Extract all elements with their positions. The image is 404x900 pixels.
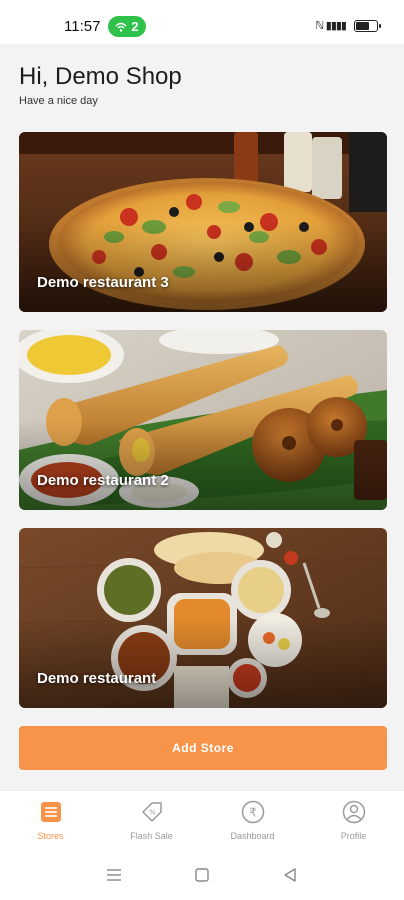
add-store-button[interactable]: Add Store — [19, 726, 387, 770]
nav-item-stores[interactable]: Stores — [0, 791, 101, 850]
status-time: 11:57 — [64, 18, 101, 35]
status-indicators: ℕ ▮▮▮▮ — [315, 19, 381, 32]
wifi-icon — [115, 22, 127, 32]
battery-icon — [354, 19, 381, 32]
wifi-count: 2 — [131, 19, 139, 34]
bottom-navigation: Stores % Flash Sale ₹ Dashboard Profile — [0, 790, 404, 850]
greeting-title: Hi, Demo Shop — [19, 63, 182, 90]
nav-label: Stores — [37, 831, 64, 841]
nav-item-flash-sale[interactable]: % Flash Sale — [101, 791, 202, 850]
menu-icon[interactable] — [104, 865, 124, 885]
nav-label: Dashboard — [230, 831, 275, 841]
signal-icon: ℕ ▮▮▮▮ — [315, 19, 347, 32]
rupee-icon: ₹ — [241, 800, 265, 824]
wifi-hotspot-badge: 2 — [108, 16, 146, 37]
greeting-subtitle: Have a nice day — [19, 95, 98, 107]
store-card-demo-restaurant-2[interactable]: Demo restaurant 2 — [19, 330, 387, 510]
status-bar: 11:57 2 ℕ ▮▮▮▮ — [0, 0, 404, 44]
profile-icon — [342, 800, 366, 824]
back-triangle-icon[interactable] — [280, 865, 300, 885]
svg-text:%: % — [149, 809, 156, 817]
system-navigation-bar — [0, 850, 404, 900]
nav-label: Profile — [340, 831, 367, 841]
store-name: Demo restaurant 3 — [37, 274, 169, 291]
flash-sale-tag-icon: % — [140, 800, 164, 824]
main-content: Hi, Demo Shop Have a nice day Demo resta… — [0, 44, 404, 790]
nav-item-profile[interactable]: Profile — [303, 791, 404, 850]
store-card-demo-restaurant-3[interactable]: Demo restaurant 3 — [19, 132, 387, 312]
store-name: Demo restaurant 2 — [37, 472, 169, 489]
nav-label: Flash Sale — [130, 831, 173, 841]
nav-item-dashboard[interactable]: ₹ Dashboard — [202, 791, 303, 850]
store-card-demo-restaurant[interactable]: Demo restaurant — [19, 528, 387, 708]
store-list-icon — [39, 800, 63, 824]
battery-level — [356, 21, 370, 30]
home-square-icon[interactable] — [192, 865, 212, 885]
store-name: Demo restaurant — [37, 670, 157, 687]
svg-text:₹: ₹ — [249, 806, 257, 820]
